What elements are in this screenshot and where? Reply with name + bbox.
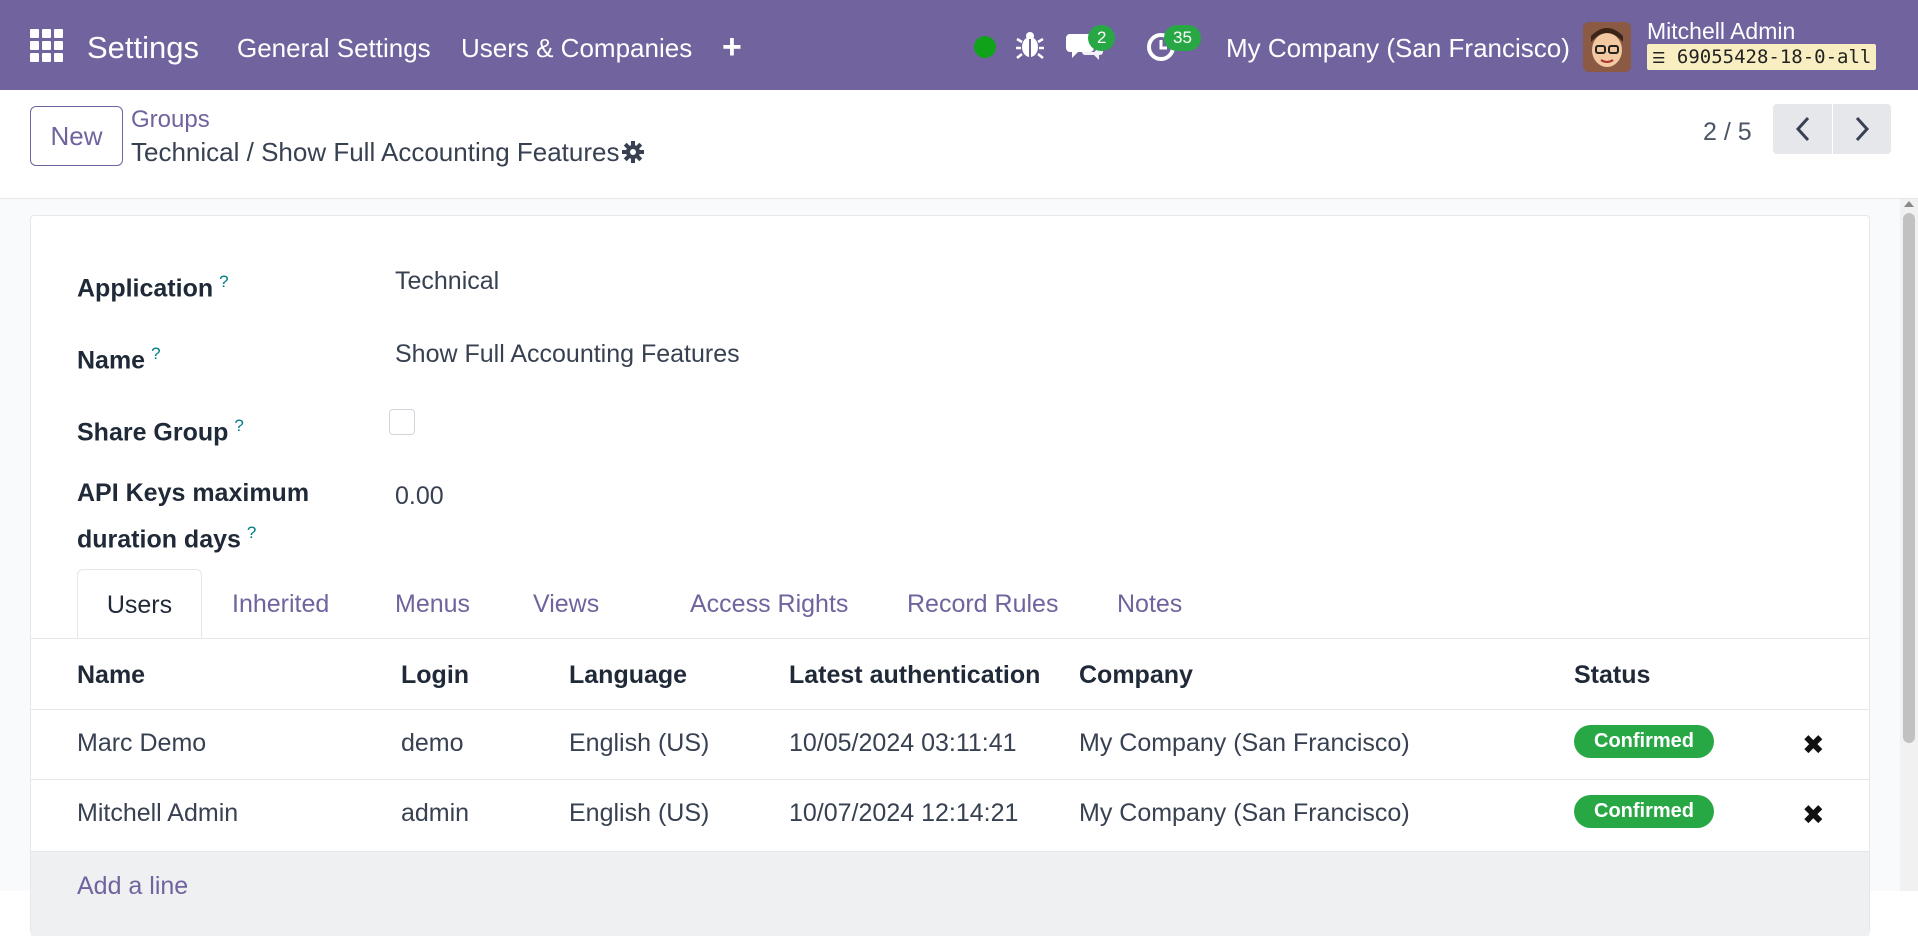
tab-access-rights[interactable]: Access Rights — [690, 569, 848, 639]
new-button[interactable]: New — [30, 106, 123, 166]
table-row[interactable]: Mitchell Admin admin English (US) 10/07/… — [31, 779, 1869, 849]
add-line-link[interactable]: Add a line — [77, 872, 188, 901]
database-icon: ☰ — [1652, 49, 1666, 67]
field-name[interactable]: Show Full Accounting Features — [395, 340, 740, 369]
field-label-api-keys-duration: API Keys maximum duration days? — [77, 479, 310, 554]
cell-name: Mitchell Admin — [77, 799, 239, 827]
scrollbar-thumb[interactable] — [1903, 213, 1915, 743]
presence-status-icon — [974, 36, 996, 58]
control-panel: New Groups Technical / Show Full Account… — [0, 90, 1918, 199]
vertical-scrollbar[interactable] — [1900, 199, 1918, 891]
field-application[interactable]: Technical — [395, 267, 499, 296]
column-header-login[interactable]: Login — [401, 661, 469, 690]
cell-company: My Company (San Francisco) — [1079, 799, 1410, 827]
remove-row-icon[interactable]: ✖ — [1802, 800, 1825, 831]
tab-users[interactable]: Users — [77, 569, 202, 639]
field-label-share-group: Share Group? — [77, 416, 244, 447]
pager-previous-button[interactable] — [1773, 104, 1832, 154]
cell-login: demo — [401, 729, 464, 757]
database-name: 69055428-18-0-all — [1676, 46, 1872, 68]
add-line-row: Add a line — [31, 851, 1869, 936]
pager-value[interactable]: 2 / 5 — [1703, 118, 1752, 147]
cell-latest-authentication: 10/05/2024 03:11:41 — [789, 729, 1017, 757]
cell-language: English (US) — [569, 799, 710, 827]
menu-users-companies[interactable]: Users & Companies — [461, 33, 692, 64]
tab-menus[interactable]: Menus — [395, 569, 470, 639]
apps-menu-icon[interactable] — [30, 29, 64, 63]
help-icon[interactable]: ? — [219, 272, 228, 291]
cell-company: My Company (San Francisco) — [1079, 729, 1410, 757]
status-badge: Confirmed — [1574, 725, 1714, 758]
field-api-keys-duration[interactable]: 0.00 — [395, 482, 444, 511]
tab-views[interactable]: Views — [533, 569, 599, 639]
user-name[interactable]: Mitchell Admin — [1647, 18, 1795, 45]
app-brand[interactable]: Settings — [87, 30, 199, 66]
cell-name: Marc Demo — [77, 729, 207, 757]
activities-badge: 35 — [1164, 25, 1201, 51]
scroll-up-icon[interactable] — [1904, 201, 1914, 207]
help-icon[interactable]: ? — [247, 523, 256, 542]
tab-notes[interactable]: Notes — [1117, 569, 1182, 639]
form-sheet: Application? Technical Name? Show Full A… — [30, 215, 1870, 936]
pager-next-button[interactable] — [1832, 104, 1891, 154]
column-header-language[interactable]: Language — [569, 661, 687, 690]
tab-record-rules[interactable]: Record Rules — [907, 569, 1058, 639]
cell-language: English (US) — [569, 729, 710, 757]
help-icon[interactable]: ? — [234, 416, 243, 435]
status-badge: Confirmed — [1574, 795, 1714, 828]
top-navbar: Settings General Settings Users & Compan… — [0, 0, 1918, 90]
tabs-divider — [31, 638, 1869, 639]
cell-latest-authentication: 10/07/2024 12:14:21 — [789, 799, 1019, 827]
company-switcher[interactable]: My Company (San Francisco) — [1226, 33, 1570, 64]
remove-row-icon[interactable]: ✖ — [1802, 730, 1825, 761]
help-icon[interactable]: ? — [151, 344, 160, 363]
messages-badge: 2 — [1088, 25, 1116, 51]
chevron-left-icon — [1795, 116, 1809, 142]
user-avatar[interactable] — [1583, 22, 1631, 72]
breadcrumb-current-record: Technical / Show Full Accounting Feature… — [131, 137, 620, 167]
tab-inherited[interactable]: Inherited — [232, 569, 329, 639]
column-header-latest-authentication[interactable]: Latest authentication — [789, 661, 1040, 690]
column-header-status[interactable]: Status — [1574, 661, 1650, 690]
gear-icon[interactable] — [621, 140, 645, 169]
form-view: Application? Technical Name? Show Full A… — [0, 199, 1900, 936]
field-label-application: Application? — [77, 272, 229, 303]
menu-general-settings[interactable]: General Settings — [237, 33, 431, 64]
table-row[interactable]: Marc Demo demo English (US) 10/05/2024 0… — [31, 709, 1869, 779]
column-header-name[interactable]: Name — [77, 661, 145, 690]
cell-login: admin — [401, 799, 470, 827]
share-group-checkbox[interactable] — [389, 409, 415, 435]
field-label-name: Name? — [77, 344, 161, 375]
chevron-right-icon — [1855, 116, 1870, 142]
breadcrumb-groups[interactable]: Groups — [131, 106, 210, 134]
bug-icon[interactable] — [1016, 30, 1044, 65]
plus-icon[interactable]: + — [722, 28, 742, 67]
database-badge: ☰ 69055428-18-0-all — [1647, 44, 1877, 70]
column-header-company[interactable]: Company — [1079, 661, 1193, 690]
